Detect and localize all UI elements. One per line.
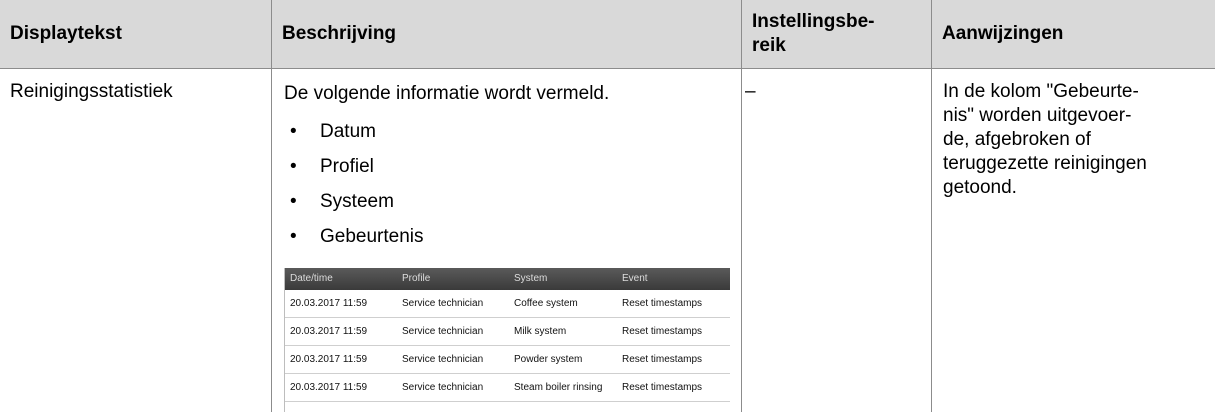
- header-divider: [0, 68, 1215, 69]
- notes-cell: In de kolom "Gebeurte- nis" worden uitge…: [943, 81, 1147, 198]
- screenshot-left-border: [284, 268, 285, 412]
- screenshot-col-event: Event: [622, 273, 648, 284]
- screenshot-col-system: System: [514, 273, 548, 284]
- description-intro: De volgende informatie wordt vermeld.: [284, 83, 610, 104]
- table-row: 20.03.2017 11:59 Service technician Stea…: [284, 374, 730, 402]
- screenshot-col-datetime: Date/time: [290, 273, 333, 284]
- column-divider-1: [271, 0, 272, 412]
- list-item: • Datum: [290, 121, 376, 142]
- table-header: Displaytekst Beschrijving Instellingsbe-…: [0, 0, 1215, 68]
- table-row: 20.03.2017 11:59 Service technician Coff…: [284, 290, 730, 318]
- header-aanwijzingen: Aanwijzingen: [942, 23, 1064, 44]
- info-list: • Datum • Profiel • Systeem • Gebeurtenis: [290, 120, 424, 260]
- column-divider-2: [741, 0, 742, 412]
- bullet-icon: •: [290, 226, 297, 247]
- header-instellingsbereik: Instellingsbe- reik: [752, 11, 875, 56]
- column-divider-3: [931, 0, 932, 412]
- bullet-icon: •: [290, 156, 297, 177]
- bullet-icon: •: [290, 121, 297, 142]
- list-item: • Gebeurtenis: [290, 226, 424, 247]
- statistics-screenshot: Date/time Profile System Event 20.03.201…: [284, 268, 730, 412]
- display-text-cell: Reinigingsstatistiek: [10, 81, 173, 102]
- list-item: • Systeem: [290, 191, 394, 212]
- screenshot-header: Date/time Profile System Event: [284, 268, 730, 290]
- list-item: • Profiel: [290, 156, 374, 177]
- table-row: 20.03.2017 11:59 Service technician Milk…: [284, 318, 730, 346]
- header-displaytekst: Displaytekst: [10, 23, 122, 44]
- range-cell: –: [745, 81, 756, 102]
- settings-table: Displaytekst Beschrijving Instellingsbe-…: [0, 0, 1215, 412]
- bullet-icon: •: [290, 191, 297, 212]
- table-row: 20.03.2017 11:59 Service technician Powd…: [284, 346, 730, 374]
- screenshot-col-profile: Profile: [402, 273, 431, 284]
- header-beschrijving: Beschrijving: [282, 23, 397, 44]
